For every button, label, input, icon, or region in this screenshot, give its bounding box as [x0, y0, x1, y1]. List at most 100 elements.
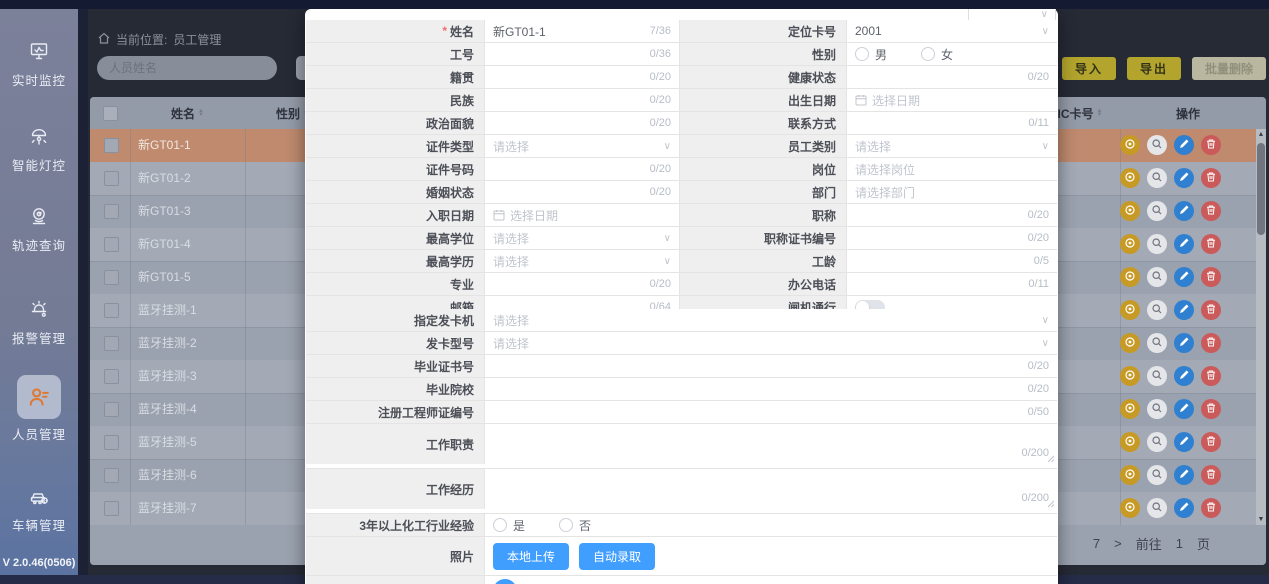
input-card-issuer[interactable]: 请选择∨ — [485, 309, 1057, 331]
view-button[interactable] — [1147, 498, 1167, 518]
edit-button[interactable] — [1174, 267, 1194, 287]
input-locate-card[interactable]: 2001∨ — [847, 20, 1057, 42]
input-office-phone[interactable]: 0/11 — [847, 273, 1057, 295]
select-all-checkbox[interactable] — [103, 106, 118, 121]
scroll-up-icon[interactable]: ▲ — [1256, 131, 1266, 138]
edit-button[interactable] — [1174, 300, 1194, 320]
radio-option[interactable]: 男 — [855, 46, 887, 63]
resize-grip-icon[interactable] — [1047, 452, 1055, 466]
card-button[interactable] — [1120, 465, 1140, 485]
input-name[interactable]: 新GT01-17/36 — [485, 20, 680, 42]
goto-page-value[interactable]: 1 — [1176, 536, 1183, 551]
input-hire-date[interactable]: 选择日期 — [485, 204, 680, 226]
card-button[interactable] — [1120, 333, 1140, 353]
input-diploma-no[interactable]: 0/20 — [485, 355, 1057, 377]
input-marital-status[interactable]: 0/20 — [485, 181, 680, 203]
scrollbar-thumb[interactable] — [1257, 143, 1265, 235]
import-button[interactable]: 导入 — [1062, 57, 1116, 80]
view-button[interactable] — [1147, 168, 1167, 188]
export-button[interactable]: 导出 — [1127, 57, 1181, 80]
input-major[interactable]: 0/20 — [485, 273, 680, 295]
sidebar-item-alarm[interactable]: 报警管理 — [0, 295, 78, 347]
card-button[interactable] — [1120, 168, 1140, 188]
delete-button[interactable] — [1201, 168, 1221, 188]
edit-button[interactable] — [1174, 234, 1194, 254]
delete-button[interactable] — [1201, 201, 1221, 221]
input-native-place[interactable]: 0/20 — [485, 66, 680, 88]
row-checkbox[interactable] — [104, 171, 119, 186]
sidebar-item-light[interactable]: 智能灯控 — [0, 122, 78, 174]
row-checkbox[interactable] — [104, 468, 119, 483]
local-upload-button[interactable]: 本地上传 — [493, 543, 569, 570]
input-work-experience[interactable]: 0/200 — [485, 469, 1057, 513]
delete-button[interactable] — [1201, 333, 1221, 353]
row-checkbox[interactable] — [104, 336, 119, 351]
input-id-type[interactable]: 请选择∨ — [485, 135, 680, 157]
input-card-model[interactable]: 请选择∨ — [485, 332, 1057, 354]
add-attachment-button[interactable]: + — [493, 579, 517, 584]
input-job-duty[interactable]: 0/200 — [485, 424, 1057, 468]
input-contact[interactable]: 0/11 — [847, 112, 1057, 134]
view-button[interactable] — [1147, 201, 1167, 221]
edit-button[interactable] — [1174, 498, 1194, 518]
view-button[interactable] — [1147, 465, 1167, 485]
input-employee-type[interactable]: 请选择∨ — [847, 135, 1057, 157]
view-button[interactable] — [1147, 135, 1167, 155]
delete-button[interactable] — [1201, 432, 1221, 452]
sidebar-item-monitor[interactable]: 实时监控 — [0, 37, 78, 89]
input-ethnicity[interactable]: 0/20 — [485, 89, 680, 111]
card-button[interactable] — [1120, 399, 1140, 419]
view-button[interactable] — [1147, 300, 1167, 320]
card-button[interactable] — [1120, 366, 1140, 386]
search-input[interactable] — [97, 56, 277, 80]
resize-grip-icon[interactable] — [1047, 497, 1055, 511]
input-title-cert-no[interactable]: 0/20 — [847, 227, 1057, 249]
scroll-down-icon[interactable]: ▼ — [1256, 516, 1266, 523]
sort-icon[interactable]: ▲▼ — [198, 109, 204, 117]
delete-button[interactable] — [1201, 135, 1221, 155]
card-button[interactable] — [1120, 135, 1140, 155]
edit-button[interactable] — [1174, 399, 1194, 419]
sidebar-item-track[interactable]: 轨迹查询 — [0, 202, 78, 254]
input-job-no[interactable]: 0/36 — [485, 43, 680, 65]
row-checkbox[interactable] — [104, 270, 119, 285]
row-checkbox[interactable] — [104, 402, 119, 417]
radio-option[interactable]: 否 — [559, 517, 591, 534]
delete-button[interactable] — [1201, 498, 1221, 518]
input-highest-degree[interactable]: 请选择∨ — [485, 227, 680, 249]
delete-button[interactable] — [1201, 366, 1221, 386]
input-photo[interactable]: 本地上传自动录取 — [485, 537, 1057, 575]
row-checkbox[interactable] — [104, 435, 119, 450]
view-button[interactable] — [1147, 432, 1167, 452]
radio-option[interactable]: 女 — [921, 46, 953, 63]
sort-icon[interactable]: ▲▼ — [1097, 109, 1103, 117]
row-checkbox[interactable] — [104, 303, 119, 318]
input-political-status[interactable]: 0/20 — [485, 112, 680, 134]
edit-button[interactable] — [1174, 333, 1194, 353]
edit-button[interactable] — [1174, 366, 1194, 386]
input-highest-education[interactable]: 请选择∨ — [485, 250, 680, 272]
edit-button[interactable] — [1174, 201, 1194, 221]
row-checkbox[interactable] — [104, 204, 119, 219]
card-button[interactable] — [1120, 498, 1140, 518]
sidebar-item-vehicle[interactable]: 车辆管理 — [0, 482, 78, 534]
view-button[interactable] — [1147, 366, 1167, 386]
row-checkbox[interactable] — [104, 237, 119, 252]
card-button[interactable] — [1120, 234, 1140, 254]
input-health-status[interactable]: 0/20 — [847, 66, 1057, 88]
input-chem-experience[interactable]: 是否 — [485, 514, 1057, 536]
table-scrollbar[interactable]: ▲ ▼ — [1256, 129, 1266, 525]
view-button[interactable] — [1147, 333, 1167, 353]
input-engineer-cert-no[interactable]: 0/50 — [485, 401, 1057, 423]
row-checkbox[interactable] — [104, 501, 119, 516]
input-title[interactable]: 0/20 — [847, 204, 1057, 226]
column-header-name[interactable]: 姓名▲▼ — [130, 97, 245, 129]
delete-button[interactable] — [1201, 234, 1221, 254]
input-department[interactable]: 请选择部门 — [847, 181, 1057, 203]
input-id-number[interactable]: 0/20 — [485, 158, 680, 180]
card-button[interactable] — [1120, 300, 1140, 320]
card-button[interactable] — [1120, 432, 1140, 452]
edit-button[interactable] — [1174, 465, 1194, 485]
radio-option[interactable]: 是 — [493, 517, 525, 534]
input-graduate-school[interactable]: 0/20 — [485, 378, 1057, 400]
